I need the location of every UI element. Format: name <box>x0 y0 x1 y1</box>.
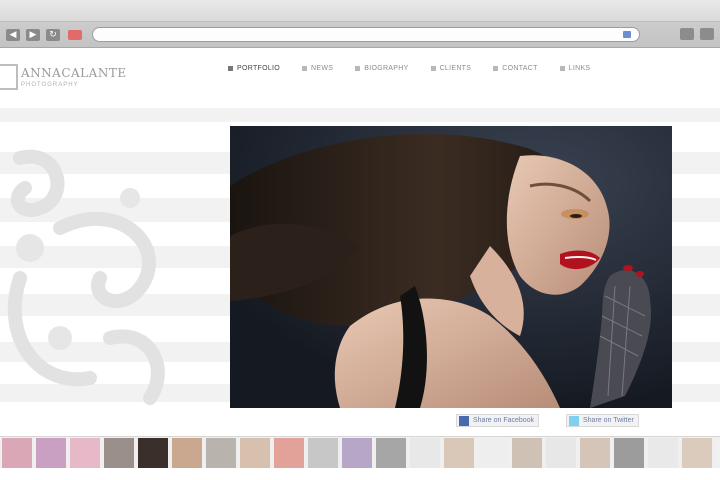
thumbnail[interactable] <box>478 438 508 468</box>
thumbnail[interactable] <box>716 438 720 468</box>
main-menu: PORTFOLIO NEWS BIOGRAPHY CLIENTS CONTACT… <box>228 65 612 72</box>
thumbnail[interactable] <box>240 438 270 468</box>
back-button[interactable]: ◀ <box>6 29 20 41</box>
menu-item-label: LINKS <box>568 65 591 72</box>
menu-item-biography[interactable]: BIOGRAPHY <box>355 65 408 72</box>
logo-subtitle: PHOTOGRAPHY <box>21 82 79 88</box>
thumbnail[interactable] <box>376 438 406 468</box>
menu-item-contact[interactable]: CONTACT <box>493 65 537 72</box>
decorative-ornament <box>7 149 165 405</box>
settings-wrench-icon[interactable] <box>700 28 714 40</box>
menu-item-label: NEWS <box>311 65 334 72</box>
logo-mark-icon <box>0 64 18 90</box>
share-facebook-button[interactable]: Share on Facebook <box>456 414 540 427</box>
page-menu-icon[interactable] <box>680 28 694 40</box>
thumbnail[interactable] <box>172 438 202 468</box>
thumbnail[interactable] <box>70 438 100 468</box>
thumbnail[interactable] <box>546 438 576 468</box>
menu-item-label: PORTFOLIO <box>237 65 281 72</box>
twitter-icon <box>569 415 579 426</box>
menu-bullet-icon <box>302 66 308 71</box>
share-twitter-label: Share on Twitter <box>583 417 634 424</box>
browser-title-bar <box>0 0 720 22</box>
menu-bullet-icon <box>559 66 565 71</box>
menu-item-label: BIOGRAPHY <box>364 65 409 72</box>
thumbnail[interactable] <box>410 438 440 468</box>
reload-icon[interactable]: ↻ <box>46 29 60 41</box>
menu-item-label: CONTACT <box>502 65 538 72</box>
share-facebook-label: Share on Facebook <box>473 417 535 424</box>
thumbnail[interactable] <box>138 438 168 468</box>
browser-right-icons <box>680 28 714 40</box>
menu-item-news[interactable]: NEWS <box>302 65 333 72</box>
thumbnail[interactable] <box>274 438 304 468</box>
browser-toolbar: ◀ ▶ ↻ <box>0 24 720 46</box>
thumbnail[interactable] <box>512 438 542 468</box>
menu-bullet-icon <box>355 66 361 71</box>
background-stripe <box>0 108 720 122</box>
thumbnail[interactable] <box>682 438 712 468</box>
browser-chrome: ◀ ▶ ↻ <box>0 0 720 48</box>
site-logo[interactable]: ANNACALANTE PHOTOGRAPHY <box>0 64 127 90</box>
thumbnail[interactable] <box>580 438 610 468</box>
web-page: ANNACALANTE PHOTOGRAPHY PORTFOLIO NEWS B… <box>0 48 720 480</box>
thumbnail[interactable] <box>104 438 134 468</box>
thumbnail[interactable] <box>444 438 474 468</box>
menu-bullet-icon <box>493 66 499 71</box>
menu-item-label: CLIENTS <box>439 65 472 72</box>
bookmark-icon[interactable] <box>623 31 631 38</box>
site-favicon-icon <box>68 30 82 40</box>
facebook-icon <box>459 415 469 426</box>
menu-item-links[interactable]: LINKS <box>559 65 591 72</box>
thumbnail[interactable] <box>308 438 338 468</box>
portrait-image <box>230 126 672 408</box>
thumbnail[interactable] <box>36 438 66 468</box>
address-bar[interactable] <box>92 27 640 42</box>
thumbnail[interactable] <box>2 438 32 468</box>
logo-name: ANNACALANTE <box>21 66 127 80</box>
menu-bullet-icon <box>430 66 436 71</box>
forward-button[interactable]: ▶ <box>26 29 40 41</box>
menu-bullet-icon <box>228 66 233 71</box>
share-twitter-button[interactable]: Share on Twitter <box>566 414 639 427</box>
thumbnail[interactable] <box>648 438 678 468</box>
thumbnail[interactable] <box>614 438 644 468</box>
menu-item-portfolio[interactable]: PORTFOLIO <box>228 65 280 72</box>
menu-item-clients[interactable]: CLIENTS <box>430 65 472 72</box>
thumbnail[interactable] <box>342 438 372 468</box>
thumbnail-strip <box>0 436 720 468</box>
portfolio-main-photo[interactable] <box>230 126 672 408</box>
thumbnail[interactable] <box>206 438 236 468</box>
